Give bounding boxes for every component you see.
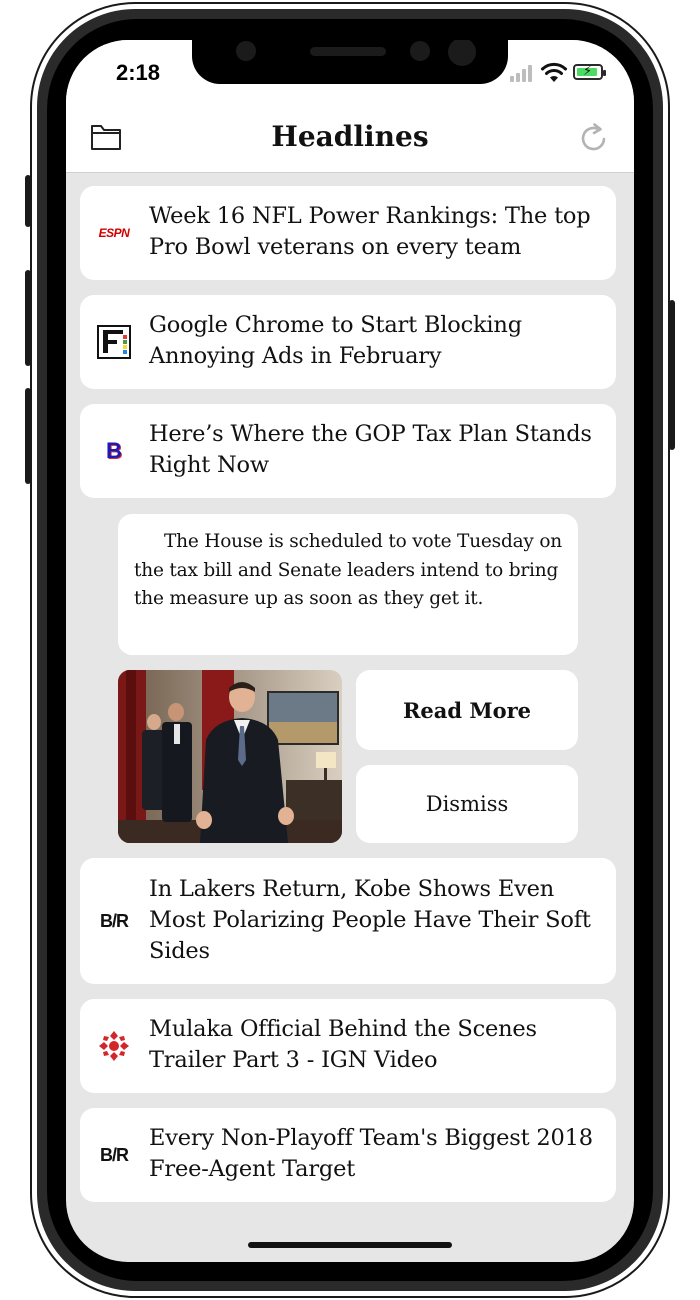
article-summary-card: The House is scheduled to vote Tuesday o… xyxy=(118,514,578,655)
front-camera xyxy=(410,41,430,61)
bleacher-report-logo-icon: B/R xyxy=(100,910,129,931)
espn-logo-icon: ESPN xyxy=(98,226,130,240)
headline-card[interactable]: ign-logo Mulaka Official Behind the Scen… xyxy=(80,999,616,1093)
face-sensor xyxy=(448,40,476,66)
headline-card[interactable]: B/R Every Non-Playoff Team's Biggest 201… xyxy=(80,1108,616,1202)
article-summary-text: The House is scheduled to vote Tuesday o… xyxy=(134,531,563,609)
headline-title: Every Non-Playoff Team's Biggest 2018 Fr… xyxy=(149,1125,593,1182)
status-time: 2:18 xyxy=(116,60,161,85)
read-more-button[interactable]: Read More xyxy=(356,670,578,750)
page-title: Headlines xyxy=(271,120,429,153)
headline-card[interactable]: F Google Chrome to Start Blocking Annoyi… xyxy=(80,295,616,389)
dismiss-button[interactable]: Dismiss xyxy=(356,765,578,843)
article-photo xyxy=(118,670,342,843)
navigation-bar: 2:18 ⚡ Headlines xyxy=(66,40,634,173)
headline-title: Mulaka Official Behind the Scenes Traile… xyxy=(149,1016,537,1073)
headline-card[interactable]: ESPN Week 16 NFL Power Rankings: The top… xyxy=(80,186,616,280)
home-indicator[interactable] xyxy=(248,1242,452,1248)
headline-title: Week 16 NFL Power Rankings: The top Pro … xyxy=(149,203,591,260)
app-screen: 2:18 ⚡ Headlines ESPN Week 16 NFL Power … xyxy=(66,40,634,1262)
headline-title: Google Chrome to Start Blocking Annoying… xyxy=(149,312,522,369)
headline-title: In Lakers Return, Kobe Shows Even Most P… xyxy=(149,876,591,964)
notch xyxy=(192,40,508,84)
b-source-logo-icon: B xyxy=(106,438,122,463)
ign-logo-icon: ign-logo xyxy=(94,1026,134,1066)
charging-bolt-icon: ⚡ xyxy=(583,64,593,79)
cellular-signal-icon xyxy=(510,64,536,82)
bleacher-report-logo-icon: B/R xyxy=(100,1144,129,1165)
battery-icon: ⚡ xyxy=(573,64,606,80)
f-source-logo-icon: F xyxy=(94,322,134,362)
headline-card[interactable]: B Here’s Where the GOP Tax Plan Stands R… xyxy=(80,404,616,498)
headline-card[interactable]: B/R In Lakers Return, Kobe Shows Even Mo… xyxy=(80,858,616,984)
headline-title: Here’s Where the GOP Tax Plan Stands Rig… xyxy=(149,421,592,478)
wifi-icon xyxy=(541,62,567,82)
refresh-icon[interactable] xyxy=(578,122,610,154)
sensor xyxy=(236,41,256,61)
speaker-grille xyxy=(310,47,386,56)
